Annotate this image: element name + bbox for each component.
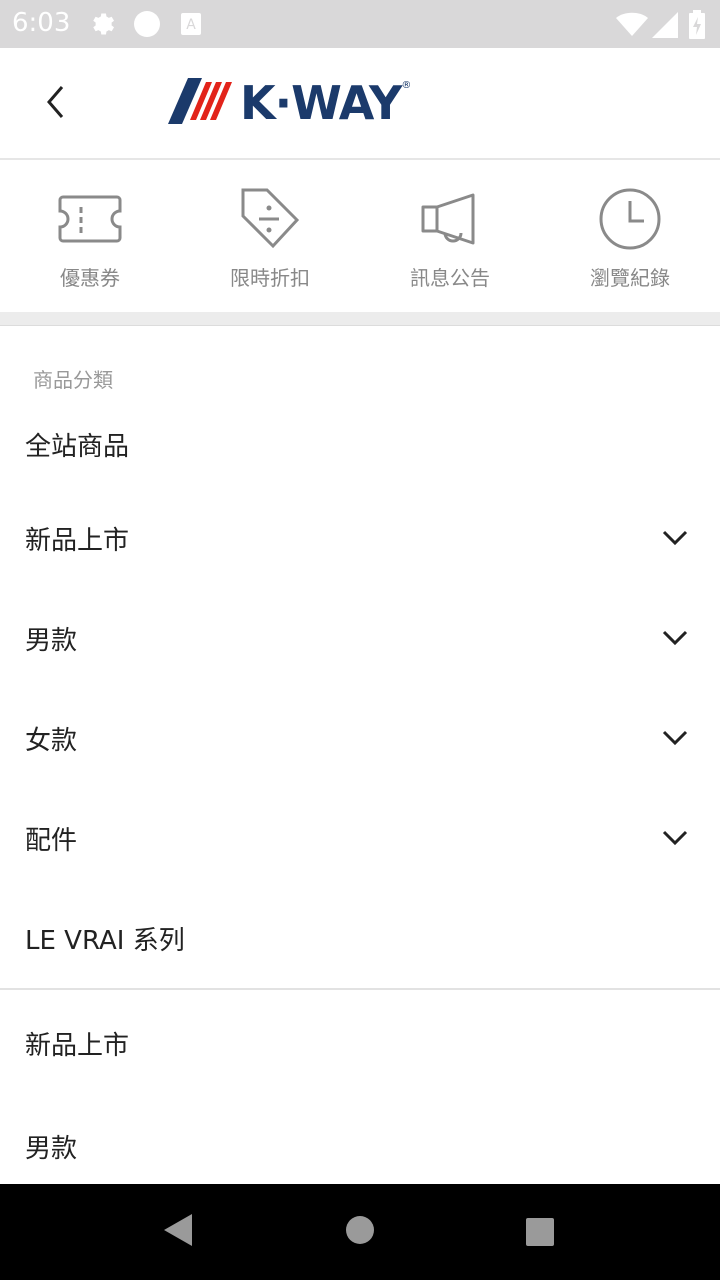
system-nav-bar xyxy=(0,1184,720,1280)
keyboard-a-icon: A xyxy=(180,12,202,40)
kway-logo: K·WAY ® xyxy=(168,78,411,128)
menu-item-label: 男款 xyxy=(25,625,78,656)
menu-item-accessories[interactable]: 配件 xyxy=(0,788,720,888)
logo-text: K·WAY xyxy=(240,76,402,130)
menu-item-women[interactable]: 女款 xyxy=(0,688,720,788)
circle-icon xyxy=(132,9,162,43)
chevron-down-icon[interactable] xyxy=(660,823,690,853)
coupon-ticket-icon xyxy=(55,184,125,254)
back-button[interactable] xyxy=(30,74,82,134)
chevron-down-icon[interactable] xyxy=(660,523,690,553)
menu-item-label: 全站商品 xyxy=(25,431,130,462)
home-circle-icon[interactable] xyxy=(344,1212,376,1252)
wifi-icon xyxy=(616,12,648,42)
discount-tag-icon xyxy=(235,184,305,254)
shortcut-bar: 優惠券 限時折扣 訊息公告 瀏覽紀錄 xyxy=(0,162,720,312)
section-separator xyxy=(0,312,720,326)
battery-charging-icon xyxy=(688,10,706,44)
shortcut-label: 優惠券 xyxy=(60,266,120,290)
shortcut-browsing-history[interactable]: 瀏覽紀錄 xyxy=(540,162,720,312)
section-title: 商品分類 xyxy=(33,368,113,392)
menu-item-label: 男款 xyxy=(25,1133,78,1164)
menu-item-all-products[interactable]: 全站商品 xyxy=(0,400,720,488)
kway-stripes-logo-mark xyxy=(168,78,236,128)
status-time: 6:03 xyxy=(12,8,71,38)
category-menu: 商品分類 全站商品 新品上市 男款 女款 配件 LE VRAI 系列 新品上市 … xyxy=(0,326,720,1196)
menu-item-label: 新品上市 xyxy=(25,525,130,556)
menu-item-le-vrai-series[interactable]: LE VRAI 系列 xyxy=(0,888,720,988)
gear-icon xyxy=(88,10,116,42)
shortcut-flash-discount[interactable]: 限時折扣 xyxy=(180,162,360,312)
recents-square-icon[interactable] xyxy=(524,1216,556,1252)
chevron-left-icon xyxy=(44,84,68,124)
signal-icon xyxy=(652,12,678,42)
svg-text:A: A xyxy=(186,17,196,33)
clock-icon xyxy=(595,184,665,254)
shortcut-label: 訊息公告 xyxy=(410,266,490,290)
menu-item-men[interactable]: 男款 xyxy=(0,588,720,688)
back-triangle-icon[interactable] xyxy=(162,1212,194,1252)
menu-link-men[interactable]: 男款 xyxy=(0,1096,720,1196)
menu-item-label: 新品上市 xyxy=(25,1030,130,1061)
menu-item-label: 配件 xyxy=(25,825,78,856)
menu-item-new-arrivals[interactable]: 新品上市 xyxy=(0,488,720,588)
shortcut-coupons[interactable]: 優惠券 xyxy=(0,162,180,312)
shortcut-label: 限時折扣 xyxy=(230,266,310,290)
megaphone-icon xyxy=(415,184,485,254)
status-bar: 6:03 A xyxy=(0,0,720,48)
registered-mark: ® xyxy=(401,80,412,91)
menu-link-new-arrivals[interactable]: 新品上市 xyxy=(0,990,720,1096)
shortcut-announcements[interactable]: 訊息公告 xyxy=(360,162,540,312)
shortcut-label: 瀏覽紀錄 xyxy=(590,266,670,290)
menu-item-label: LE VRAI 系列 xyxy=(25,925,185,956)
chevron-down-icon[interactable] xyxy=(660,623,690,653)
menu-item-label: 女款 xyxy=(25,725,78,756)
chevron-down-icon[interactable] xyxy=(660,723,690,753)
app-header: K·WAY ® xyxy=(0,48,720,160)
